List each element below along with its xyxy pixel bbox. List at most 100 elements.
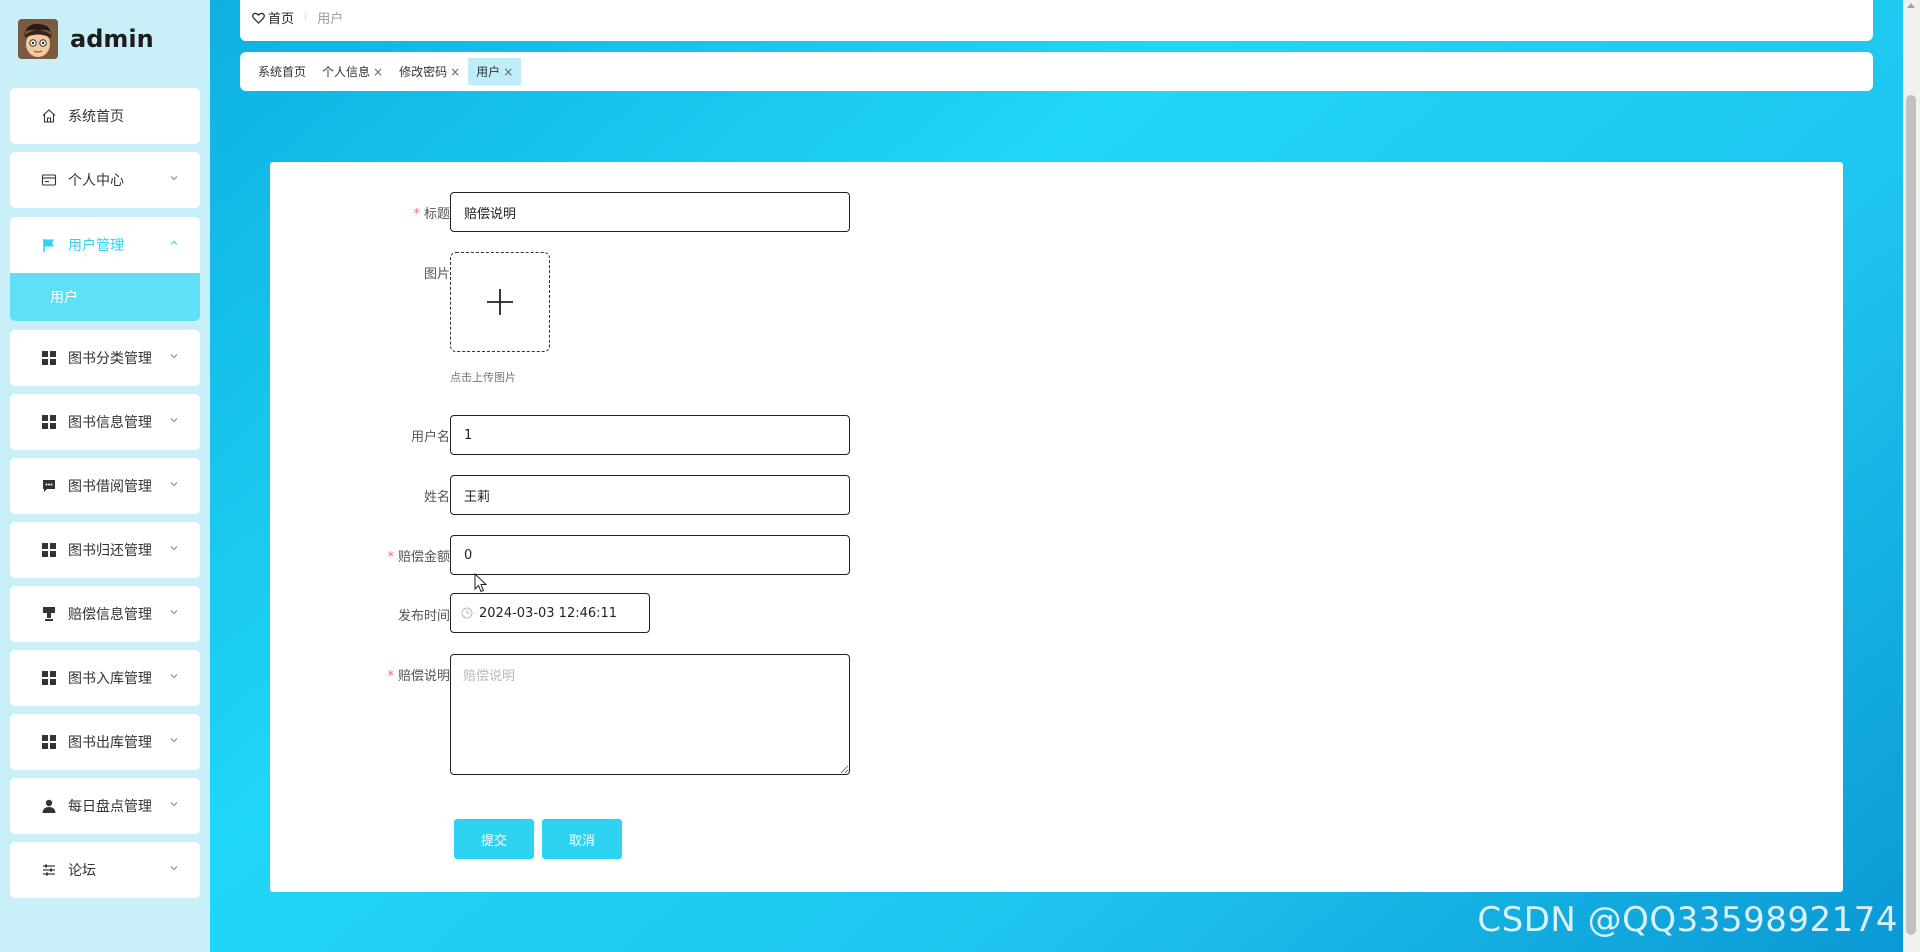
menu-item-label: 图书信息管理 (68, 415, 152, 431)
menu-item-book-category[interactable]: 图书分类管理 (10, 330, 200, 386)
card-icon (41, 172, 57, 188)
tab-system-home[interactable]: 系统首页 (250, 58, 314, 85)
menu-item-compensation[interactable]: 赔偿信息管理 (10, 586, 200, 642)
description-textarea[interactable] (450, 654, 850, 775)
submenu-item-user[interactable]: 用户 (10, 273, 200, 321)
description-label: * 赔偿说明 (270, 665, 450, 684)
publish-time-picker[interactable]: 2024-03-03 12:46:11 (450, 593, 650, 633)
submit-button[interactable]: 提交 (454, 819, 534, 859)
chat-icon (41, 478, 57, 494)
chevron-down-icon (170, 418, 178, 423)
menu-item-book-info[interactable]: 图书信息管理 (10, 394, 200, 450)
watermark: CSDN @QQ3359892174 (1477, 900, 1898, 940)
close-icon[interactable]: × (373, 65, 383, 79)
menu-item-label: 图书借阅管理 (68, 479, 152, 495)
menu-item-label: 每日盘点管理 (68, 799, 152, 815)
menu-item-book-stock-out[interactable]: 图书出库管理 (10, 714, 200, 770)
tab-user[interactable]: 用户 × (468, 58, 522, 85)
cancel-button[interactable]: 取消 (542, 819, 622, 859)
tab-personal-info[interactable]: 个人信息 × (314, 58, 391, 85)
name-label-text: 姓名 (423, 490, 450, 505)
avatar (18, 19, 58, 59)
menu-item-label: 系统首页 (68, 109, 124, 125)
brand: admin (18, 18, 154, 60)
menu-item-home[interactable]: 系统首页 (10, 88, 200, 144)
required-mark: * (387, 550, 394, 565)
chevron-down-icon (170, 610, 178, 615)
upload-tip: 点击上传图片 (450, 371, 516, 384)
description-label-text: 赔偿说明 (397, 669, 450, 684)
tabs-bar: 系统首页 个人信息 × 修改密码 × 用户 × (240, 52, 1873, 91)
breadcrumb-current: 用户 (317, 12, 344, 27)
amount-input[interactable] (450, 535, 850, 575)
grid-icon (41, 350, 57, 366)
chevron-down-icon (170, 866, 178, 871)
breadcrumb-home-label: 首页 (268, 12, 295, 27)
breadcrumb: 首页 ⁝ 用户 (252, 8, 343, 27)
tab-label: 用户 (476, 65, 501, 79)
image-label: 图片 (270, 263, 450, 282)
title-label: * 标题 (270, 203, 450, 222)
heart-icon (252, 12, 265, 24)
menu-item-label: 图书入库管理 (68, 671, 152, 687)
menu-item-personal-center[interactable]: 个人中心 (10, 152, 200, 208)
person-icon (41, 798, 57, 814)
menu-item-label: 个人中心 (68, 173, 124, 189)
publish-time-label: 发布时间 (270, 605, 450, 624)
title-input[interactable] (450, 192, 850, 232)
mouse-cursor-icon (474, 573, 488, 593)
required-mark: * (387, 669, 394, 684)
chevron-up-icon (170, 240, 178, 245)
scroll-thumb[interactable] (1906, 95, 1916, 935)
flag-icon (41, 237, 57, 253)
close-icon[interactable]: × (450, 65, 460, 79)
publish-time-label-text: 发布时间 (397, 609, 450, 624)
chevron-down-icon (170, 802, 178, 807)
grid-icon (41, 542, 57, 558)
required-mark: * (413, 207, 420, 222)
chevron-down-icon (170, 546, 178, 551)
username-label-text: 用户名 (410, 430, 450, 445)
breadcrumb-bar: 首页 ⁝ 用户 (240, 0, 1873, 41)
home-icon (41, 108, 57, 124)
menu-item-daily-inventory[interactable]: 每日盘点管理 (10, 778, 200, 834)
publish-time-value: 2024-03-03 12:46:11 (479, 605, 618, 621)
image-label-text: 图片 (423, 267, 450, 282)
grid-icon (41, 734, 57, 750)
menu-item-book-borrow[interactable]: 图书借阅管理 (10, 458, 200, 514)
title-label-text: 标题 (423, 207, 450, 222)
chevron-down-icon (170, 674, 178, 679)
menu-item-label: 论坛 (68, 863, 96, 879)
grid-icon (41, 670, 57, 686)
menu-item-forum[interactable]: 论坛 (10, 842, 200, 898)
tab-change-password[interactable]: 修改密码 × (391, 58, 468, 85)
tab-label: 修改密码 (399, 65, 448, 79)
chevron-down-icon (170, 176, 178, 181)
name-label: 姓名 (270, 486, 450, 505)
chevron-down-icon (170, 738, 178, 743)
page-scrollbar[interactable] (1903, 0, 1920, 952)
chevron-down-icon (170, 354, 178, 359)
clock-icon (461, 607, 473, 619)
close-icon[interactable]: × (503, 65, 513, 79)
plus-icon (487, 289, 513, 315)
menu-item-book-stock-in[interactable]: 图书入库管理 (10, 650, 200, 706)
menu-item-label: 图书分类管理 (68, 351, 152, 367)
grid-icon (41, 414, 57, 430)
menu-item-label: 图书归还管理 (68, 543, 152, 559)
image-upload-box[interactable] (450, 252, 550, 352)
username-input[interactable] (450, 415, 850, 455)
menu-item-label: 赔偿信息管理 (68, 607, 152, 623)
menu-item-label: 图书出库管理 (68, 735, 152, 751)
name-input[interactable] (450, 475, 850, 515)
scroll-up-arrow-icon[interactable] (1907, 3, 1915, 8)
breadcrumb-separator: ⁝ (304, 12, 308, 23)
username-label: 用户名 (270, 426, 450, 445)
menu-item-book-return[interactable]: 图书归还管理 (10, 522, 200, 578)
breadcrumb-home[interactable]: 首页 (252, 8, 294, 27)
chevron-down-icon (170, 482, 178, 487)
form-card: *标题 图片 点击上传图片 用户名 姓名 *赔偿金额 发布时间 2024-03-… (270, 162, 1843, 892)
menu-item-user-management[interactable]: 用户管理 (10, 217, 200, 273)
stamp-icon (41, 606, 57, 622)
sliders-icon (41, 862, 57, 878)
